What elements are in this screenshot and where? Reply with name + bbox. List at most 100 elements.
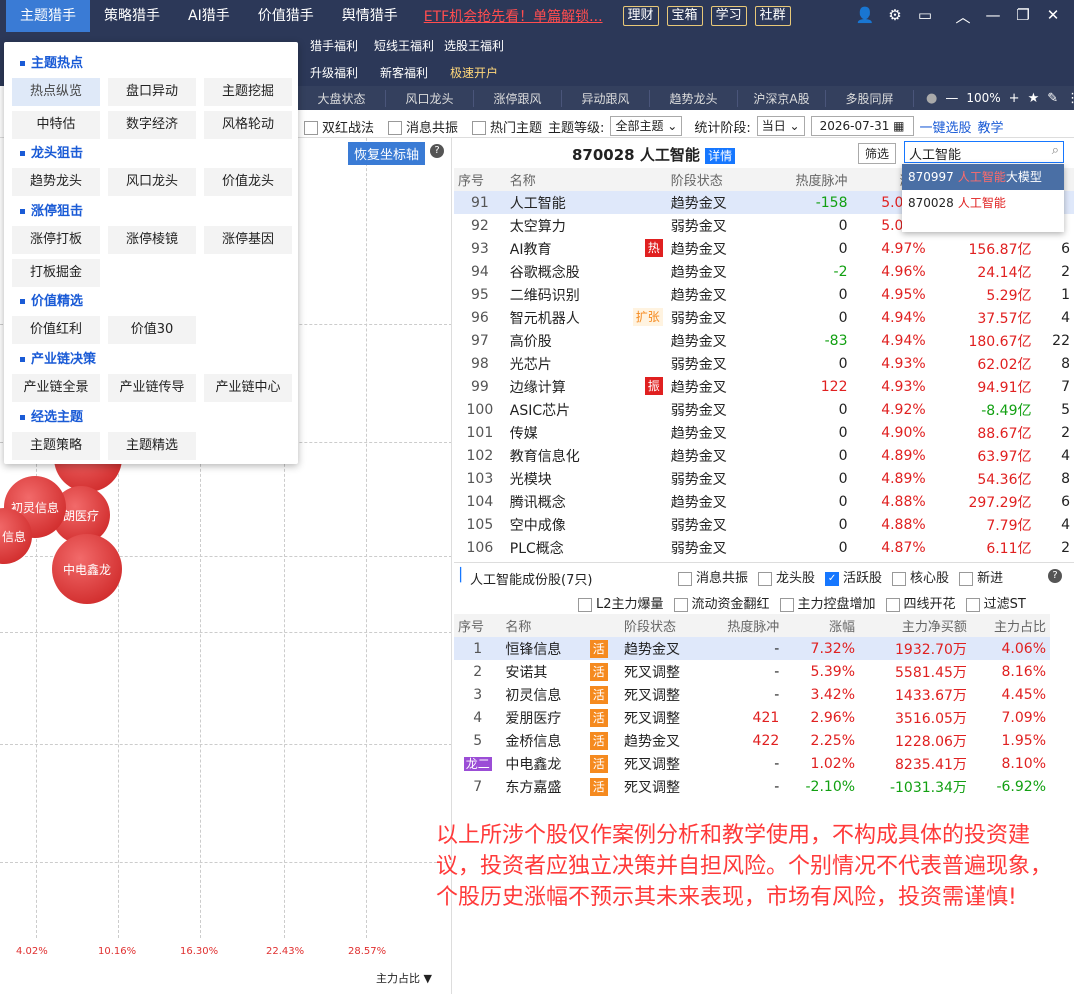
zoom-in-icon[interactable]: + [1009, 91, 1020, 106]
row-name[interactable]: PLC概念 [506, 536, 667, 559]
option-checkbox[interactable] [885, 597, 900, 612]
x-axis-select[interactable]: 主力占比 ▼ [376, 970, 432, 986]
option-checkbox[interactable] [758, 571, 773, 586]
option-checkbox[interactable] [578, 597, 592, 612]
option[interactable]: 过滤ST [965, 593, 1026, 612]
table-row[interactable]: 2 安诺其活死叉调整 - 5.39% 5581.45万 8.16% [454, 660, 1050, 683]
option[interactable]: 新进 [959, 567, 1003, 586]
row-name[interactable]: 太空算力 [506, 214, 667, 237]
dropdown-item[interactable]: 870028 人工智能 [902, 190, 1064, 216]
gear-icon[interactable]: ⚙ [880, 6, 910, 27]
top-button[interactable]: 理财 [622, 6, 659, 26]
menu-item[interactable]: 中特估 [12, 111, 100, 139]
table-header[interactable]: 名称 [506, 168, 667, 191]
option[interactable]: 四线开花 [885, 593, 956, 612]
view-tab[interactable]: 涨停跟风 [474, 89, 562, 107]
star-icon[interactable]: ★ [1028, 91, 1040, 106]
window-icon[interactable]: ▭ [910, 6, 940, 27]
news-checkbox[interactable] [388, 121, 403, 135]
option-checkbox[interactable] [673, 597, 688, 612]
top-button[interactable]: 宝箱 [666, 6, 703, 26]
link-hunter-benefit[interactable]: 猎手福利 [310, 37, 358, 54]
stat-select[interactable]: 当日 ⌄ [756, 116, 805, 136]
row-name[interactable]: 东方嘉盛 [501, 775, 585, 798]
table-row[interactable]: 102 教育信息化 趋势金叉 0 4.89% 63.97亿 4 [454, 444, 1074, 467]
user-icon[interactable]: 👤 [850, 6, 880, 27]
table-row[interactable]: 5 金桥信息活趋势金叉 422 2.25% 1228.06万 1.95% [454, 729, 1050, 752]
option[interactable]: 流动资金翻红 [673, 593, 770, 612]
menu-item[interactable]: 涨停基因 [204, 226, 292, 254]
one-click-link[interactable]: 一键选股 [920, 117, 972, 136]
menu-item[interactable]: 涨停棱镜 [108, 226, 196, 254]
option[interactable]: L2主力爆量 [578, 593, 664, 612]
link-picker-king-benefit[interactable]: 选股王福利 [444, 37, 504, 54]
row-name[interactable]: 空中成像 [506, 513, 667, 536]
menu-item[interactable]: 主题精选 [108, 432, 196, 460]
top-button[interactable]: 社群 [754, 6, 791, 26]
date-input[interactable]: 2026-07-31 ▦ [810, 116, 914, 136]
table-row[interactable]: 93 AI教育 热趋势金叉 0 4.97% 156.87亿 6 [454, 237, 1074, 260]
hot-filter[interactable]: 热门主题 [472, 117, 542, 136]
row-name[interactable]: 边缘计算 振 [506, 375, 667, 398]
view-tab[interactable]: 风口龙头 [386, 89, 474, 107]
table-row[interactable]: 105 空中成像 弱势金叉 0 4.88% 7.79亿 4 [454, 513, 1074, 536]
top-button[interactable]: 学习 [710, 6, 747, 26]
menu-item[interactable]: 数字经济 [108, 111, 196, 139]
table-header[interactable]: 名称 [501, 614, 585, 637]
more-icon[interactable]: ⋮ [1066, 91, 1074, 106]
option[interactable]: 主力控盘增加 [779, 593, 876, 612]
table-row[interactable]: 106 PLC概念 弱势金叉 0 4.87% 6.11亿 2 [454, 536, 1074, 559]
option-checkbox[interactable]: ✓ [825, 571, 840, 586]
restore-axis-button[interactable]: 恢复坐标轴 [348, 142, 426, 165]
link-newcomer-benefit[interactable]: 新客福利 [380, 64, 428, 81]
view-tab[interactable]: 趋势龙头 [650, 89, 738, 107]
table-row[interactable]: 龙二 中电鑫龙活死叉调整 - 1.02% 8235.41万 8.10% [454, 752, 1050, 775]
table-row[interactable]: 96 智元机器人 扩张 弱势金叉 0 4.94% 37.57亿 4 [454, 306, 1074, 329]
menu-item[interactable]: 产业链全景 [12, 374, 100, 402]
edit-icon[interactable]: ✎ [1047, 91, 1058, 106]
menu-item[interactable]: 价值龙头 [204, 168, 292, 196]
menu-item[interactable]: 趋势龙头 [12, 168, 100, 196]
menu-item[interactable]: 主题挖掘 [204, 78, 292, 106]
menu-item[interactable]: 风口龙头 [108, 168, 196, 196]
menu-item[interactable]: 热点纵览 [12, 78, 100, 106]
option[interactable]: 核心股 [892, 567, 949, 586]
link-short-king-benefit[interactable]: 短线王福利 [374, 37, 434, 54]
row-name[interactable]: 谷歌概念股 [506, 260, 667, 283]
top-tab[interactable]: 策略猎手 [90, 0, 174, 32]
restore-icon[interactable]: ❐ [1008, 6, 1038, 27]
table-header[interactable] [586, 614, 620, 637]
table-row[interactable]: 7 东方嘉盛活死叉调整 - -2.10% -1031.34万 -6.92% [454, 775, 1050, 798]
table-row[interactable]: 97 高价股 趋势金叉 -83 4.94% 180.67亿 22 [454, 329, 1074, 352]
dropdown-item[interactable]: 870997 人工智能大模型 [902, 164, 1064, 190]
row-name[interactable]: 智元机器人 扩张 [506, 306, 667, 329]
row-name[interactable]: ASIC芯片 [506, 398, 667, 421]
option[interactable]: 龙头股 [758, 567, 815, 586]
view-tab[interactable]: 异动跟风 [562, 89, 650, 107]
double-red-checkbox[interactable] [304, 121, 318, 135]
hot-checkbox[interactable] [472, 121, 487, 135]
table-row[interactable]: 103 光模块 弱势金叉 0 4.89% 54.36亿 8 [454, 467, 1074, 490]
chevron-up-icon[interactable]: ︿ [948, 6, 978, 27]
search-icon[interactable]: ⌕ [1052, 143, 1059, 158]
row-name[interactable]: 腾讯概念 [506, 490, 667, 513]
row-name[interactable]: 传媒 [506, 421, 667, 444]
menu-item[interactable]: 打板掘金 [12, 259, 100, 287]
table-row[interactable]: 101 传媒 趋势金叉 0 4.90% 88.67亿 2 [454, 421, 1074, 444]
option-checkbox[interactable] [965, 597, 980, 612]
table-header[interactable]: 序号 [454, 168, 506, 191]
minimize-icon[interactable]: — [978, 6, 1008, 27]
filter-button[interactable]: 筛选 [858, 143, 897, 164]
table-row[interactable]: 100 ASIC芯片 弱势金叉 0 4.92% -8.49亿 5 [454, 398, 1074, 421]
teach-link[interactable]: 教学 [978, 117, 1004, 136]
detail-button[interactable]: 详情 [705, 148, 736, 164]
table-header[interactable]: 主力占比 [971, 614, 1050, 637]
row-name[interactable]: 爱朋医疗 [501, 706, 585, 729]
double-red-filter[interactable]: 双红战法 [304, 117, 374, 136]
view-tab[interactable]: 多股同屏 [826, 89, 914, 107]
help-icon[interactable]: ? [430, 144, 444, 158]
row-name[interactable]: 高价股 [506, 329, 667, 352]
top-tab[interactable]: 主题猎手 [6, 0, 90, 32]
view-tab[interactable]: 大盘状态 [298, 89, 386, 107]
top-tab[interactable]: AI猎手 [174, 0, 244, 32]
